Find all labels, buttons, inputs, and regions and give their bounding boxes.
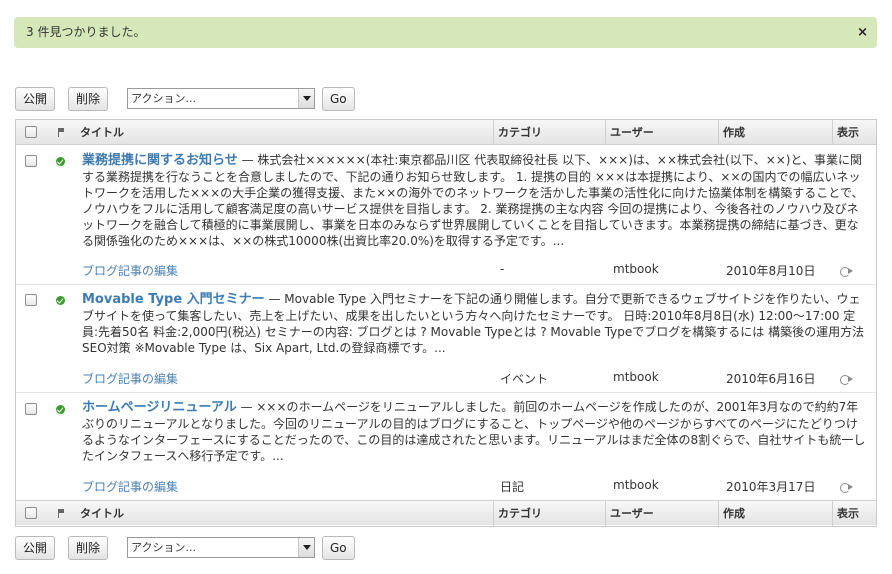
entry-date: 2010年8月10日 [726, 264, 816, 278]
entry-title-link[interactable]: ホームページリニューアル [82, 400, 237, 415]
delete-button[interactable]: 削除 [68, 536, 109, 560]
entry-category: - [500, 262, 505, 276]
entry-date: 2010年6月16日 [726, 372, 816, 386]
row-checkbox[interactable] [25, 294, 37, 306]
edit-entry-link[interactable]: ブログ記事の編集 [82, 478, 178, 495]
status-message: 3 件見つかりました。 × [14, 17, 877, 48]
column-view[interactable]: 表示 [832, 120, 859, 145]
action-select[interactable]: アクション... [127, 537, 315, 558]
delete-button[interactable]: 削除 [68, 87, 109, 111]
publish-button[interactable]: 公開 [15, 536, 56, 560]
column-created[interactable]: 作成 [718, 501, 745, 526]
column-view[interactable]: 表示 [832, 501, 859, 526]
published-status-icon [56, 296, 65, 305]
table-footer: タイトル カテゴリ ユーザー 作成 表示 [16, 500, 876, 526]
column-category[interactable]: カテゴリ [493, 120, 542, 145]
column-title[interactable]: タイトル [76, 120, 124, 145]
action-select-value: アクション... [131, 541, 196, 554]
action-bar-top: 公開 削除 アクション... Go [15, 87, 715, 111]
action-bar-bottom: 公開 削除 アクション... Go [15, 536, 715, 560]
edit-entry-link[interactable]: ブログ記事の編集 [82, 370, 178, 387]
entry-table: タイトル カテゴリ ユーザー 作成 表示 業務提携に関するお知らせ — 株式会社… [15, 119, 877, 527]
view-icon[interactable] [840, 374, 854, 385]
go-button[interactable]: Go [322, 87, 355, 111]
entry-excerpt: ホームページリニューアル — ×××のホームページをリニューアルしました。前回の… [82, 399, 866, 464]
status-message-text: 3 件見つかりました。 [26, 25, 146, 39]
entry-category: イベント [500, 372, 549, 386]
entry-excerpt: Movable Type 入門セミナー — Movable Type 入門セミナ… [82, 291, 866, 356]
column-category[interactable]: カテゴリ [493, 501, 542, 526]
column-user[interactable]: ユーザー [605, 120, 654, 145]
column-user[interactable]: ユーザー [605, 501, 654, 526]
published-status-icon [56, 157, 65, 166]
select-all-checkbox[interactable] [25, 507, 37, 519]
table-header: タイトル カテゴリ ユーザー 作成 表示 [16, 120, 876, 145]
edit-entry-link[interactable]: ブログ記事の編集 [82, 262, 178, 279]
column-created[interactable]: 作成 [718, 120, 745, 145]
flag-icon [58, 509, 66, 518]
close-icon[interactable]: × [857, 17, 868, 48]
entry-title-link[interactable]: Movable Type 入門セミナー [82, 292, 265, 307]
row-checkbox[interactable] [25, 155, 37, 167]
entry-excerpt: 業務提携に関するお知らせ — 株式会社××××××(本社:東京都品川区 代表取締… [82, 152, 866, 249]
entry-title-link[interactable]: 業務提携に関するお知らせ [82, 153, 238, 168]
entry-category: 日記 [500, 480, 525, 494]
publish-button[interactable]: 公開 [15, 87, 56, 111]
entry-user: mtbook [613, 478, 659, 492]
flag-icon [58, 128, 66, 137]
row-checkbox[interactable] [25, 403, 37, 415]
published-status-icon [56, 405, 65, 414]
table-row: Movable Type 入門セミナー — Movable Type 入門セミナ… [16, 284, 876, 391]
table-row: 業務提携に関するお知らせ — 株式会社××××××(本社:東京都品川区 代表取締… [16, 145, 876, 283]
entry-date: 2010年3月17日 [726, 480, 816, 494]
view-icon[interactable] [840, 482, 854, 493]
chevron-down-icon[interactable] [298, 89, 314, 108]
entry-user: mtbook [613, 262, 659, 276]
entry-user: mtbook [613, 370, 659, 384]
action-select-value: アクション... [131, 92, 196, 105]
table-row: ホームページリニューアル — ×××のホームページをリニューアルしました。前回の… [16, 392, 876, 500]
action-select[interactable]: アクション... [127, 88, 315, 109]
view-icon[interactable] [840, 266, 854, 277]
select-all-checkbox[interactable] [25, 126, 37, 138]
column-title[interactable]: タイトル [76, 501, 124, 526]
go-button[interactable]: Go [322, 536, 355, 560]
chevron-down-icon[interactable] [298, 538, 314, 557]
